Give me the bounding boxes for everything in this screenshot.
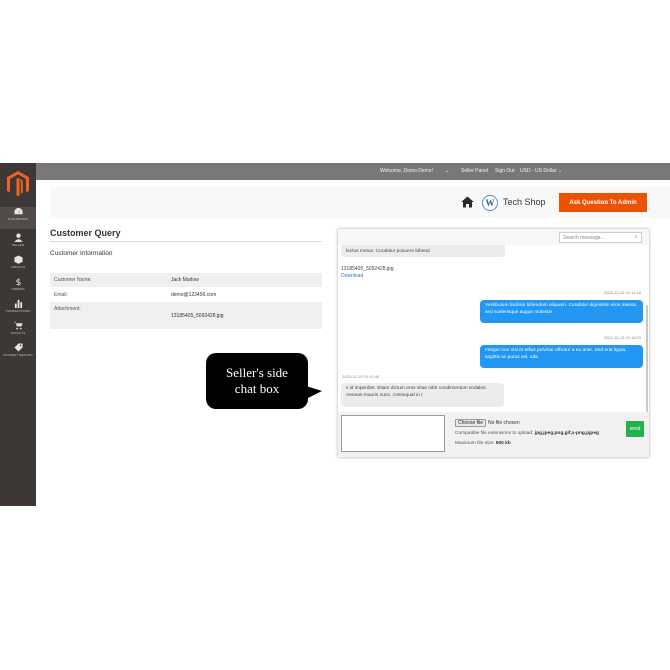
brand-logo: W xyxy=(482,195,498,211)
currency-chevron-icon[interactable]: ⌄ xyxy=(558,168,562,174)
callout-pointer xyxy=(306,386,322,399)
ask-question-button[interactable]: Ask Question To Admin xyxy=(559,193,647,212)
compat-value: jpg,jpeg,png,gif,x-png,pjpeg xyxy=(534,431,599,436)
nav-payment-method-label: Payment Method xyxy=(3,353,33,357)
nav-payouts[interactable]: Payouts xyxy=(0,321,36,343)
send-button[interactable]: send xyxy=(626,421,644,437)
attachment-link[interactable]: 13185405_5092428.jpg xyxy=(171,313,224,319)
home-icon[interactable] xyxy=(461,196,474,208)
nav-catalog-label: Catalog xyxy=(10,265,26,269)
callout-line-1: Seller's side xyxy=(226,365,288,380)
seller-panel-link[interactable]: Seller Panel xyxy=(461,168,488,174)
incoming-message: s id imperdiet. Etiam dictum eros vitae … xyxy=(341,383,504,407)
search-icon: ⌕ xyxy=(634,234,638,240)
magento-logo[interactable] xyxy=(0,163,36,205)
nav-seller-label: Seller xyxy=(11,243,25,247)
message-timestamp: 2023-12-15 10:10:18 xyxy=(603,290,641,295)
compat-label: Compatible file extensions to upload: xyxy=(455,431,534,436)
compatible-extensions: Compatible file extensions to upload: jp… xyxy=(455,431,599,436)
divider xyxy=(50,241,322,242)
welcome-text: Welcome, Demo Demo! xyxy=(380,168,433,174)
outgoing-message: Vestibulum facilisis bibendum aliquam. C… xyxy=(480,300,643,323)
seller-chat-box: Search message... ⌕ lectus metus. Curabi… xyxy=(338,229,649,457)
annotation-callout: Seller's side chat box xyxy=(206,353,308,409)
nav-dashboard[interactable]: Dashboard xyxy=(0,207,36,229)
svg-text:$: $ xyxy=(15,278,21,286)
admin-sidebar: Dashboard Seller Catalog $ Orders Transa… xyxy=(0,163,36,506)
attachment-label: Attachment: xyxy=(54,306,81,312)
nav-orders-label: Orders xyxy=(11,287,25,291)
customer-name-label: Customer Name: xyxy=(54,277,92,283)
brand-name: Tech Shop xyxy=(503,197,546,207)
nav-orders[interactable]: $ Orders xyxy=(0,277,36,299)
nav-seller[interactable]: Seller xyxy=(0,233,36,255)
user-icon xyxy=(13,233,23,242)
email-value: demo@123456.com xyxy=(171,292,217,298)
choose-file-button[interactable]: Choose file xyxy=(455,419,487,427)
chat-header: Search message... ⌕ xyxy=(338,229,649,245)
max-size-label: Maximum file size: xyxy=(455,441,495,446)
chevron-down-icon[interactable]: ⌄ xyxy=(445,168,449,174)
max-size-value: 500 kb xyxy=(495,441,511,446)
dollar-icon: $ xyxy=(15,278,21,286)
currency-switcher[interactable]: USD - US Dollar xyxy=(520,168,556,174)
nav-dashboard-label: Dashboard xyxy=(8,217,28,221)
nav-transactions[interactable]: Transactions xyxy=(0,299,36,321)
magento-logo-icon xyxy=(7,171,29,197)
message-list[interactable]: lectus metus. Curabitur posuere bibend 1… xyxy=(338,245,649,412)
page: Dashboard Seller Catalog $ Orders Transa… xyxy=(0,0,670,670)
customer-name-value: Jack Marlow xyxy=(171,277,199,283)
nav-payouts-label: Payouts xyxy=(10,331,26,335)
nav-payment-method[interactable]: Payment Method xyxy=(0,343,36,365)
max-file-size: Maximum file size: 500 kb xyxy=(455,441,511,446)
customer-name-row: Customer Name: Jack Marlow xyxy=(50,273,322,287)
nav-catalog[interactable]: Catalog xyxy=(0,255,36,277)
dashboard-icon xyxy=(13,207,23,215)
attachment-row: Attachment: 13185405_5092428.jpg xyxy=(50,302,322,329)
search-placeholder: Search message... xyxy=(563,235,605,241)
search-message-input[interactable]: Search message... ⌕ xyxy=(559,232,642,243)
chat-scrollbar[interactable] xyxy=(646,305,648,412)
section-title: Customer Information xyxy=(50,250,113,257)
no-file-text: No file chosen xyxy=(488,420,520,426)
top-bar: Welcome, Demo Demo! ⌄ Seller Panel Sign … xyxy=(36,163,670,180)
sign-out-link[interactable]: Sign Out xyxy=(495,168,514,174)
incoming-message: lectus metus. Curabitur posuere bibend xyxy=(341,245,505,257)
download-link[interactable]: Download xyxy=(341,273,363,279)
tag-icon xyxy=(13,343,23,352)
outgoing-message: Integer non nisl et tellus pulvinar effi… xyxy=(480,345,643,368)
email-row: Email: demo@123456.com xyxy=(50,287,322,302)
chat-composer: Choose file No file chosen Compatible fi… xyxy=(338,412,649,457)
message-text: Integer non nisl et tellus pulvinar effi… xyxy=(485,348,627,360)
cart-icon xyxy=(13,321,23,330)
message-attachment-name: 13185405_5092428.jpg xyxy=(341,266,394,272)
bar-chart-icon xyxy=(14,299,22,308)
message-text: Vestibulum facilisis bibendum aliquam. C… xyxy=(485,303,637,315)
message-text: s id imperdiet. Etiam dictum eros vitae … xyxy=(346,386,487,398)
message-text: lectus metus. Curabitur posuere bibend xyxy=(346,249,430,254)
message-textarea[interactable] xyxy=(341,415,445,452)
message-timestamp: 2023-12-15 10:10:23 xyxy=(603,335,641,340)
email-label: Email: xyxy=(54,292,68,298)
nav-transactions-label: Transactions xyxy=(5,309,31,313)
message-timestamp: 2023-12-15 10:10:46 xyxy=(342,374,380,379)
callout-line-2: chat box xyxy=(234,381,280,396)
cube-icon xyxy=(13,255,23,264)
page-title: Customer Query xyxy=(50,228,121,238)
